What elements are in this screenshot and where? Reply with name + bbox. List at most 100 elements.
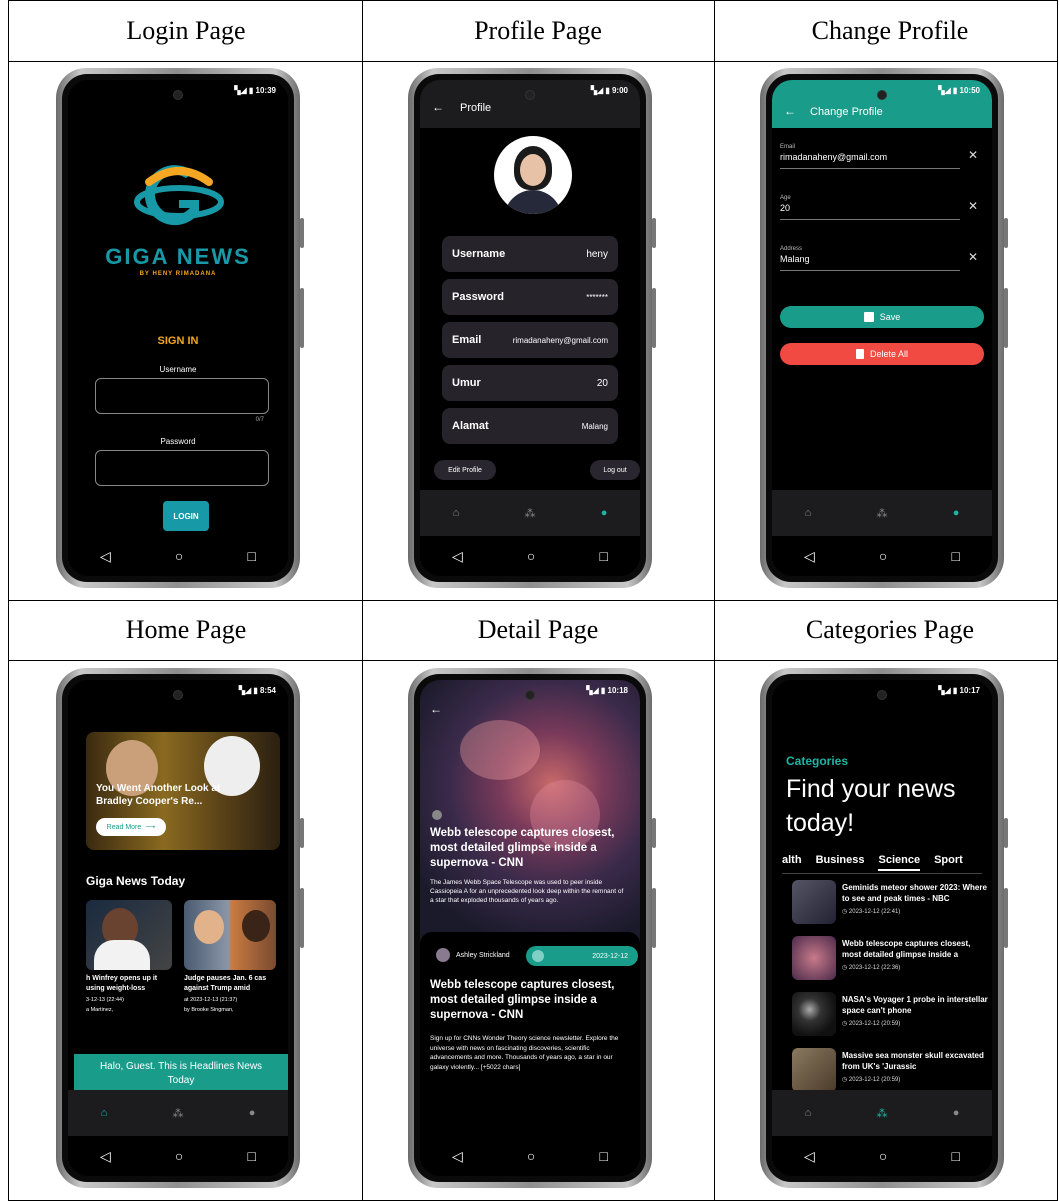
back-arrow-icon[interactable]: ← xyxy=(784,104,796,118)
categories-tab-icon[interactable]: ⁂ xyxy=(524,507,535,520)
news-card-image[interactable] xyxy=(184,900,276,970)
category-tabs: alth Business Science Sport xyxy=(782,854,992,871)
recents-square-icon[interactable]: □ xyxy=(247,1148,255,1164)
thumbnail xyxy=(792,1048,836,1092)
item-date: ◷ 2023-12-12 (20:59) xyxy=(842,1077,901,1083)
bottom-tab-bar: ⌂ ⁂ ● xyxy=(68,1090,288,1136)
profile-tab-icon[interactable]: ● xyxy=(601,507,608,519)
home-circle-icon[interactable]: ○ xyxy=(175,1148,183,1164)
back-arrow-icon[interactable]: ← xyxy=(432,100,444,114)
camera-icon xyxy=(173,690,183,700)
recents-square-icon[interactable]: □ xyxy=(599,548,607,564)
home-circle-icon[interactable]: ○ xyxy=(879,548,887,564)
caption-change-profile: Change Profile xyxy=(811,16,969,45)
avatar xyxy=(436,948,450,962)
caption-profile: Profile Page xyxy=(474,16,602,45)
camera-icon xyxy=(173,90,183,100)
hero-card[interactable]: You Went Another Look at Bradley Cooper'… xyxy=(86,732,280,850)
list-item[interactable]: Geminids meteor shower 2023: Where to se… xyxy=(792,880,988,926)
bottom-tab-bar: ⌂ ⁂ ● xyxy=(420,490,640,536)
hero-title: Webb telescope captures closest, most de… xyxy=(430,827,615,869)
profile-row-email: Email rimadanaheny@gmail.com xyxy=(442,322,618,358)
back-triangle-icon[interactable]: ◁ xyxy=(100,1148,111,1165)
floppy-disk-icon xyxy=(863,312,874,322)
detail-screen: ▚◢ ▮ 10:18 ← Webb telescope captures clo… xyxy=(420,680,640,1176)
status-bar: ▚◢ ▮ 10:50 xyxy=(938,86,980,95)
username-input[interactable] xyxy=(95,378,269,414)
item-date: ◷ 2023-12-12 (22:36) xyxy=(842,965,901,971)
back-triangle-icon[interactable]: ◁ xyxy=(804,548,815,565)
recents-square-icon[interactable]: □ xyxy=(951,1148,959,1164)
logout-button[interactable]: Log out xyxy=(590,460,640,480)
back-arrow-icon[interactable]: ← xyxy=(430,702,442,716)
item-date: ◷ 2023-12-12 (20:59) xyxy=(842,1021,901,1027)
clear-age-icon[interactable]: ✕ xyxy=(968,199,978,213)
thumbnail xyxy=(792,880,836,924)
password-input[interactable] xyxy=(95,450,269,486)
home-tab-icon[interactable]: ⌂ xyxy=(101,1107,108,1119)
system-nav-bar: ◁ ○ □ xyxy=(68,1136,288,1176)
bottom-tab-bar: ⌂ ⁂ ● xyxy=(772,490,992,536)
recents-square-icon[interactable]: □ xyxy=(599,1148,607,1164)
status-bar: ▚◢ ▮ 9:00 xyxy=(590,86,628,95)
arrow-right-icon: ⟶ xyxy=(145,824,156,831)
home-tab-icon[interactable]: ⌂ xyxy=(805,507,812,519)
clear-email-icon[interactable]: ✕ xyxy=(968,148,978,162)
camera-icon xyxy=(525,690,535,700)
home-circle-icon[interactable]: ○ xyxy=(175,548,183,564)
tab-science[interactable]: Science xyxy=(878,854,921,871)
trash-icon xyxy=(855,349,864,359)
home-tab-icon[interactable]: ⌂ xyxy=(805,1107,812,1119)
delete-all-button[interactable]: Delete All xyxy=(780,343,984,365)
save-button[interactable]: Save xyxy=(780,306,984,328)
list-item[interactable]: Massive sea monster skull excavated from… xyxy=(792,1048,988,1094)
profile-tab-icon[interactable]: ● xyxy=(953,1107,960,1119)
categories-tab-icon[interactable]: ⁂ xyxy=(876,1107,887,1120)
page-title: Change Profile xyxy=(810,106,883,118)
profile-tab-icon[interactable]: ● xyxy=(249,1107,256,1119)
categories-tab-icon[interactable]: ⁂ xyxy=(876,507,887,520)
login-button[interactable]: LOGIN xyxy=(163,501,209,531)
logo-subtitle: BY HENY RIMADANA xyxy=(139,271,217,277)
categories-tab-icon[interactable]: ⁂ xyxy=(172,1107,183,1120)
phone-profile: ▚◢ ▮ 9:00 ← Profile Username heny Passwor… xyxy=(408,68,656,588)
status-bar: ▚◢ ▮ 10:18 xyxy=(586,686,628,695)
page-title: Profile xyxy=(460,102,492,114)
categories-screen: ▚◢ ▮ 10:17 Categories Find your news tod… xyxy=(772,680,992,1176)
list-item[interactable]: Webb telescope captures closest, most de… xyxy=(792,936,988,982)
address-field[interactable]: Address Malang xyxy=(780,246,960,271)
back-triangle-icon[interactable]: ◁ xyxy=(804,1148,815,1165)
read-more-button[interactable]: Read More ⟶ xyxy=(96,818,166,836)
back-triangle-icon[interactable]: ◁ xyxy=(452,1148,463,1165)
list-item[interactable]: NASA's Voyager 1 probe in interstellar s… xyxy=(792,992,988,1038)
age-field[interactable]: Age 20 xyxy=(780,195,960,220)
status-bar: ▚◢ ▮ 10:39 xyxy=(234,86,276,95)
home-circle-icon[interactable]: ○ xyxy=(527,1148,535,1164)
home-circle-icon[interactable]: ○ xyxy=(527,548,535,564)
phone-detail: ▚◢ ▮ 10:18 ← Webb telescope captures clo… xyxy=(408,668,656,1188)
author-name: Ashley Strickland xyxy=(456,952,510,959)
edit-profile-button[interactable]: Edit Profile xyxy=(434,460,496,480)
tab-business[interactable]: Business xyxy=(816,854,865,871)
back-triangle-icon[interactable]: ◁ xyxy=(100,548,111,565)
source-dot-icon xyxy=(432,810,442,820)
home-screen: ▚◢ ▮ 8:54 You Went Another Look at Bradl… xyxy=(68,680,288,1176)
email-field[interactable]: Email rimadanaheny@gmail.com xyxy=(780,144,960,169)
tab-health[interactable]: alth xyxy=(782,854,802,871)
caption-categories: Categories Page xyxy=(805,615,975,644)
camera-icon xyxy=(877,90,887,100)
news-card-image[interactable] xyxy=(86,900,172,970)
recents-square-icon[interactable]: □ xyxy=(247,548,255,564)
news-card-author: a Martinez, xyxy=(86,1007,114,1013)
home-circle-icon[interactable]: ○ xyxy=(879,1148,887,1164)
back-triangle-icon[interactable]: ◁ xyxy=(452,548,463,565)
home-tab-icon[interactable]: ⌂ xyxy=(453,507,460,519)
phone-home: ▚◢ ▮ 8:54 You Went Another Look at Bradl… xyxy=(56,668,304,1188)
recents-square-icon[interactable]: □ xyxy=(951,548,959,564)
bottom-tab-bar: ⌂ ⁂ ● xyxy=(772,1090,992,1136)
profile-tab-icon[interactable]: ● xyxy=(953,507,960,519)
sign-in-heading: SIGN IN xyxy=(157,335,199,347)
clear-address-icon[interactable]: ✕ xyxy=(968,250,978,264)
status-bar: ▚◢ ▮ 8:54 xyxy=(238,686,276,695)
tab-sport[interactable]: Sport xyxy=(934,854,963,871)
